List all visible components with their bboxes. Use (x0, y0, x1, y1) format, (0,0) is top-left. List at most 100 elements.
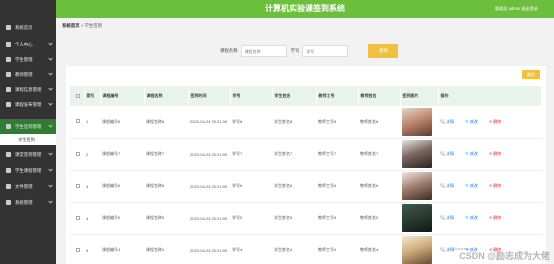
cell-index: 1 (84, 106, 100, 139)
sidebar-item-system[interactable]: 系统管理 (0, 195, 56, 210)
sidebar-item-student-course[interactable]: 学生课程管理 (0, 163, 56, 178)
cell-course-code: 课程编号8 (100, 106, 144, 139)
cell-student-no: 学号6 (230, 170, 272, 203)
batch-delete-button[interactable]: 删除 (522, 70, 540, 79)
row-checkbox[interactable] (76, 215, 80, 220)
sidebar-item-profile[interactable]: 个人中心 (0, 37, 56, 52)
row-checkbox[interactable] (76, 183, 80, 188)
select-all-checkbox[interactable] (76, 93, 80, 98)
top-header: 计算机实验课签到系统 管理员 admin 退出登录 (56, 0, 554, 18)
cell-teacher-no: 教师工号7 (316, 138, 358, 171)
edit-label: 修改 (469, 183, 478, 188)
edit-label: 修改 (469, 151, 478, 156)
course-name-input[interactable] (240, 45, 287, 57)
header-student-name[interactable]: 学生姓名 (272, 86, 317, 106)
sidebar-item-home[interactable]: 系统首页 (0, 20, 56, 35)
table-row: 1 课程编号8 课程名称8 2023-04-24 20:21:09 学号8 学生… (70, 106, 542, 139)
delete-label: 删除 (493, 183, 502, 188)
header-teacher-no[interactable]: 教师工号 (316, 86, 359, 106)
sidebar-item-label: 课堂签到管理 (15, 151, 42, 157)
book-icon (6, 87, 11, 92)
view-label: 详情 (446, 118, 455, 124)
sidebar-item-label: 课程信息管理 (15, 86, 42, 92)
cell-checkin-photo (400, 170, 438, 203)
cell-checkin-photo (400, 138, 438, 171)
row-checkbox-cell (70, 106, 84, 139)
view-button[interactable]: 🔍 详情 (440, 119, 459, 124)
checkin-photo[interactable] (402, 140, 432, 168)
header-checkin-time[interactable]: 签到时间 (188, 86, 231, 106)
delete-button[interactable]: ✕ 删除 (489, 151, 506, 156)
chevron-down-icon (48, 86, 53, 91)
logout-link[interactable]: 退出登录 (521, 6, 538, 12)
cell-checkin-photo (400, 202, 438, 235)
delete-button[interactable]: ✕ 删除 (489, 119, 506, 124)
breadcrumb-home[interactable]: 系统首页 (62, 23, 80, 28)
sidebar-item-files[interactable]: 文件管理 (0, 179, 56, 194)
content-card: 删除 索引 课程编号 课程名称 签到时间 学号 学生姓名 教师工号 教师姓名 签… (66, 66, 546, 264)
sidebar-subitem-checkin[interactable]: 学生签到 (0, 134, 56, 145)
class-icon (6, 152, 11, 157)
delete-button[interactable]: ✕ 删除 (489, 215, 506, 220)
cell-teacher-name: 教师姓名6 (358, 170, 400, 203)
checkin-photo[interactable] (402, 204, 432, 232)
sidebar-item-course-publish[interactable]: 课程发布管理 (0, 97, 56, 112)
view-label: 详情 (446, 183, 455, 188)
student-no-input[interactable] (302, 45, 349, 57)
edit-button[interactable]: ✎ 修改 (465, 151, 482, 156)
delete-label: 删除 (493, 118, 502, 124)
checkin-photo[interactable] (402, 107, 432, 136)
sidebar-item-class-checkin[interactable]: 课堂签到管理 (0, 147, 56, 162)
breadcrumb-separator: » (80, 23, 84, 28)
header-student-no[interactable]: 学号 (230, 86, 273, 106)
sidebar-item-course-info[interactable]: 课程信息管理 (0, 82, 56, 97)
row-checkbox[interactable] (76, 151, 80, 156)
cell-actions: 🔍 详情 ✎ 修改 ✕ 删除 (438, 170, 542, 203)
cell-course-code: 课程编号6 (100, 170, 144, 203)
cell-teacher-name: 教师姓名7 (358, 138, 400, 171)
system-icon (6, 200, 11, 205)
search-bar: 课程名称 学号 查询 (220, 44, 399, 58)
row-checkbox-cell (70, 234, 84, 264)
view-button[interactable]: 🔍 详情 (440, 215, 459, 220)
table-row: 4 课程编号5 课程名称5 2023-04-24 20:21:09 学号5 学生… (70, 202, 542, 235)
delete-button[interactable]: ✕ 删除 (489, 183, 506, 188)
cell-course-name: 课程名称5 (144, 202, 188, 235)
row-checkbox-cell (70, 202, 84, 235)
chevron-down-icon (48, 71, 53, 76)
sidebar-item-teachers[interactable]: 教师管理 (0, 67, 56, 82)
checkin-photo[interactable] (402, 172, 432, 200)
cell-checkin-time: 2023-04-24 20:21:09 (188, 106, 230, 139)
edit-button[interactable]: ✎ 修改 (465, 215, 482, 220)
user-icon (6, 42, 11, 47)
header-course-code[interactable]: 课程编号 (100, 86, 145, 106)
cell-course-name: 课程名称8 (144, 106, 188, 139)
edit-button[interactable]: ✎ 修改 (465, 183, 482, 188)
chevron-down-icon (48, 56, 53, 61)
sidebar-item-student-checkin[interactable]: 学生签到管理 (0, 119, 56, 134)
chevron-up-icon (48, 123, 53, 128)
cell-index: 3 (84, 170, 100, 203)
cell-student-name: 学生姓名8 (272, 106, 316, 139)
watermark-text: CSDN @励志成为大佬 (459, 251, 550, 261)
header-course-name[interactable]: 课程名称 (144, 86, 189, 106)
course-name-label: 课程名称 (220, 48, 238, 53)
home-icon (6, 25, 11, 30)
header-teacher-name[interactable]: 教师姓名 (358, 86, 401, 106)
cell-checkin-time: 2023-04-24 20:21:09 (188, 170, 230, 203)
checkin-photo[interactable] (402, 236, 432, 264)
table-header-row: 索引 课程编号 课程名称 签到时间 学号 学生姓名 教师工号 教师姓名 签到图片… (70, 86, 542, 106)
view-button[interactable]: 🔍 详情 (440, 183, 459, 188)
sidebar-item-students[interactable]: 学生管理 (0, 52, 56, 67)
cell-course-code: 课程编号5 (100, 202, 144, 235)
watermark-sub: Windows (453, 246, 470, 251)
cell-actions: 🔍 详情 ✎ 修改 ✕ 删除 (438, 202, 542, 235)
chevron-down-icon (48, 101, 53, 106)
chevron-down-icon (48, 167, 53, 172)
search-button[interactable]: 查询 (368, 44, 399, 58)
row-checkbox[interactable] (76, 247, 80, 252)
edit-button[interactable]: ✎ 修改 (465, 119, 482, 124)
view-button[interactable]: 🔍 详情 (440, 151, 459, 156)
row-checkbox[interactable] (76, 119, 80, 124)
sidebar-item-label: 系统首页 (15, 24, 33, 30)
